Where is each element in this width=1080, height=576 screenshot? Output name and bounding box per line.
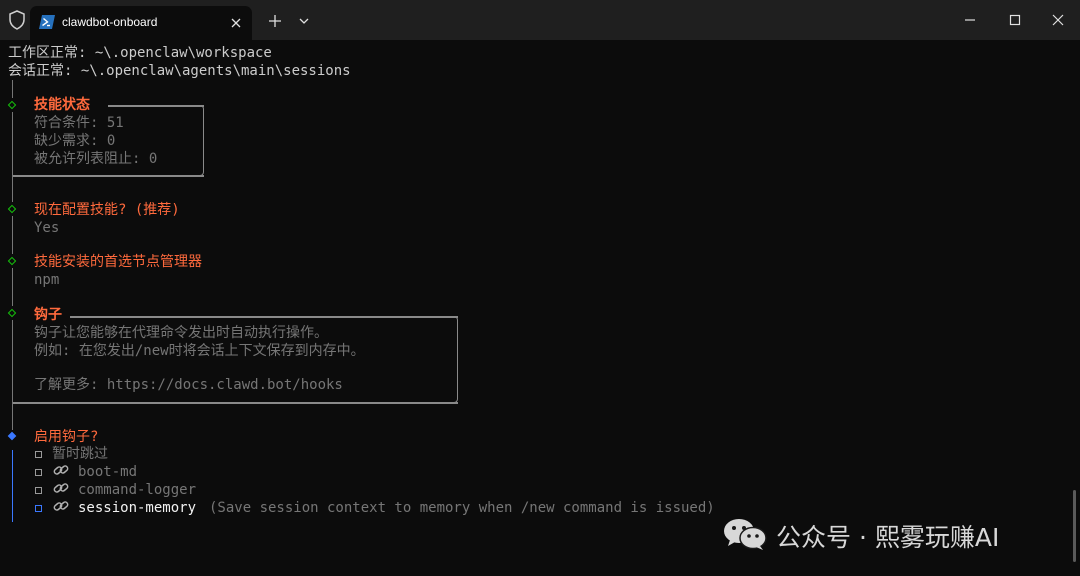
checkbox[interactable]	[35, 487, 42, 494]
step-rail	[12, 268, 13, 306]
checkbox[interactable]	[35, 451, 42, 458]
step-done-icon	[7, 100, 17, 110]
shield-icon	[9, 10, 25, 30]
option-skip[interactable]: 暂时跳过	[52, 445, 108, 463]
step-done-icon	[7, 204, 17, 214]
link-icon	[53, 501, 69, 511]
checkbox-active[interactable]	[35, 505, 42, 512]
step-done-icon	[7, 256, 17, 266]
hooks-title: 钩子	[34, 307, 62, 323]
close-icon[interactable]	[228, 15, 244, 31]
link-icon	[53, 465, 69, 475]
skills-status-title: 技能状态	[34, 97, 90, 113]
node-manager-answer: npm	[34, 272, 60, 288]
close-icon[interactable]	[1048, 10, 1068, 30]
step-rail	[12, 216, 13, 254]
powershell-icon	[39, 15, 55, 29]
step-rail	[12, 320, 13, 430]
tab-title: clawdbot-onboard	[62, 15, 158, 29]
option-session-memory-hint: (Save session context to memory when /ne…	[209, 500, 715, 516]
step-active-icon	[7, 431, 17, 441]
step-rail	[12, 80, 13, 98]
watermark: 公众号 · 熙雾玩赚AI	[722, 514, 1052, 554]
skills-box-border	[13, 175, 204, 177]
option-command-logger[interactable]: command-logger	[78, 481, 196, 499]
maximize-icon[interactable]	[1005, 10, 1025, 30]
node-manager-question: 技能安装的首选节点管理器	[34, 254, 202, 270]
workspace-status: 工作区正常: ~\.openclaw\workspace	[8, 45, 272, 61]
configure-skills-question: 现在配置技能? (推荐)	[34, 202, 180, 218]
sessions-status: 会话正常: ~\.openclaw\agents\main\sessions	[8, 63, 351, 79]
configure-skills-answer: Yes	[34, 220, 60, 236]
link-icon	[53, 483, 69, 493]
skills-missing: 缺少需求: 0	[34, 133, 116, 149]
terminal-output[interactable]: 工作区正常: ~\.openclaw\workspace 会话正常: ~\.op…	[0, 40, 1080, 576]
chevron-down-icon[interactable]	[296, 13, 312, 29]
title-bar: clawdbot-onboard	[0, 0, 1080, 40]
hooks-example: 例如: 在您发出/new时将会话上下文保存到内存中。	[34, 343, 365, 359]
plus-icon[interactable]	[266, 12, 284, 30]
minimize-icon[interactable]	[960, 10, 980, 30]
skills-eligible: 符合条件: 51	[34, 115, 124, 131]
scrollbar[interactable]	[1073, 490, 1076, 562]
step-done-icon	[7, 308, 17, 318]
step-rail	[12, 112, 13, 202]
tab-clawdbot-onboard[interactable]: clawdbot-onboard	[30, 6, 252, 40]
wechat-icon	[724, 519, 767, 550]
skills-status-box	[150, 105, 204, 176]
hooks-learn-more: 了解更多: https://docs.clawd.bot/hooks	[34, 377, 343, 393]
checkbox[interactable]	[35, 469, 42, 476]
hooks-info-box	[400, 316, 458, 403]
hooks-description: 钩子让您能够在代理命令发出时自动执行操作。	[34, 325, 328, 341]
hooks-box-border	[13, 402, 458, 404]
enable-hooks-question: 启用钩子?	[34, 429, 99, 445]
option-boot-md[interactable]: boot-md	[78, 463, 137, 481]
watermark-text: 公众号 · 熙雾玩赚AI	[776, 523, 1000, 552]
active-rail	[12, 450, 13, 522]
option-session-memory[interactable]: session-memory	[78, 499, 196, 517]
skills-blocked: 被允许列表阻止: 0	[34, 151, 158, 167]
